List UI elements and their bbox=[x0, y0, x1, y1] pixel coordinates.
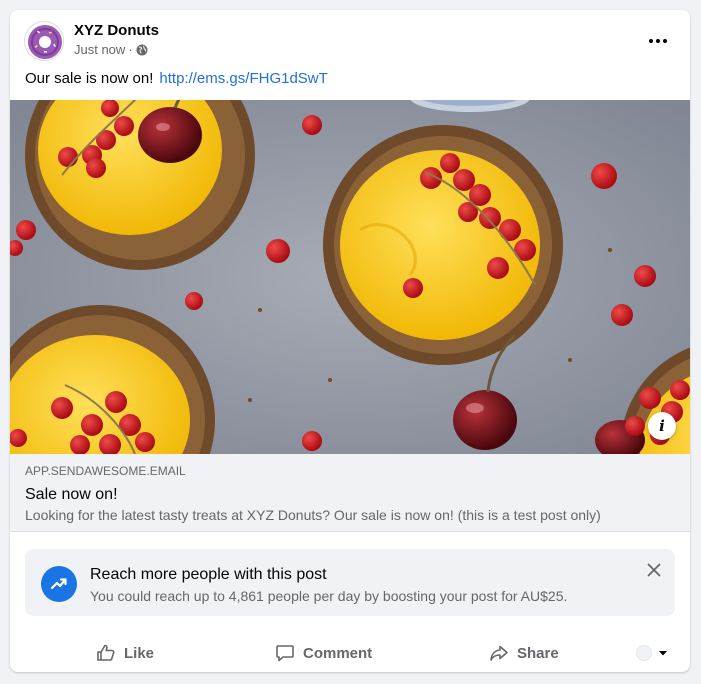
audience-selector[interactable] bbox=[636, 645, 668, 661]
post-actions: Like Comment Share bbox=[10, 636, 690, 670]
post-header: XYZ Donuts Just now · bbox=[24, 21, 676, 61]
boost-banner[interactable]: Reach more people with this post You cou… bbox=[25, 549, 675, 616]
like-button[interactable]: Like bbox=[96, 636, 154, 670]
comment-button[interactable]: Comment bbox=[275, 636, 372, 670]
post-meta: Just now · bbox=[74, 42, 148, 57]
post-text: Our sale is now on! bbox=[25, 70, 154, 87]
post-image[interactable]: i bbox=[10, 100, 690, 454]
globe-icon[interactable] bbox=[136, 44, 148, 56]
comment-label: Comment bbox=[303, 644, 373, 662]
page-avatar[interactable] bbox=[24, 21, 64, 61]
post-timestamp[interactable]: Just now bbox=[74, 42, 125, 57]
boost-description: You could reach up to 4,861 people per d… bbox=[90, 588, 568, 604]
boost-title: Reach more people with this post bbox=[90, 566, 327, 583]
link-preview-domain: APP.SENDAWESOME.EMAIL bbox=[25, 464, 186, 478]
post-link[interactable]: http://ems.gs/FHG1dSwT bbox=[159, 70, 327, 87]
link-preview[interactable]: APP.SENDAWESOME.EMAIL Sale now on! Looki… bbox=[10, 454, 690, 532]
close-icon[interactable] bbox=[645, 561, 663, 579]
meta-separator: · bbox=[128, 42, 133, 57]
link-preview-title: Sale now on! bbox=[25, 486, 118, 503]
audience-avatar bbox=[636, 645, 652, 661]
page-name[interactable]: XYZ Donuts bbox=[74, 22, 159, 39]
thumbs-up-icon bbox=[97, 644, 115, 661]
trending-up-icon bbox=[50, 578, 67, 590]
donut-logo-icon bbox=[28, 25, 62, 59]
boost-icon-badge bbox=[41, 566, 77, 602]
post-card: XYZ Donuts Just now · Our sale is now on… bbox=[10, 10, 690, 672]
tarts-photo bbox=[10, 100, 690, 454]
link-preview-description: Looking for the latest tasty treats at X… bbox=[25, 507, 601, 523]
comment-icon bbox=[276, 645, 294, 662]
more-horizontal-icon bbox=[649, 39, 653, 43]
info-icon: i bbox=[659, 417, 665, 435]
more-options-button[interactable] bbox=[640, 29, 676, 53]
like-label: Like bbox=[124, 644, 155, 662]
share-label: Share bbox=[517, 644, 559, 662]
post-message: Our sale is now on! http://ems.gs/FHG1dSw… bbox=[25, 70, 328, 87]
share-button[interactable]: Share bbox=[489, 636, 559, 670]
info-button[interactable]: i bbox=[648, 412, 676, 440]
share-icon bbox=[490, 645, 508, 661]
chevron-down-icon bbox=[659, 651, 667, 656]
